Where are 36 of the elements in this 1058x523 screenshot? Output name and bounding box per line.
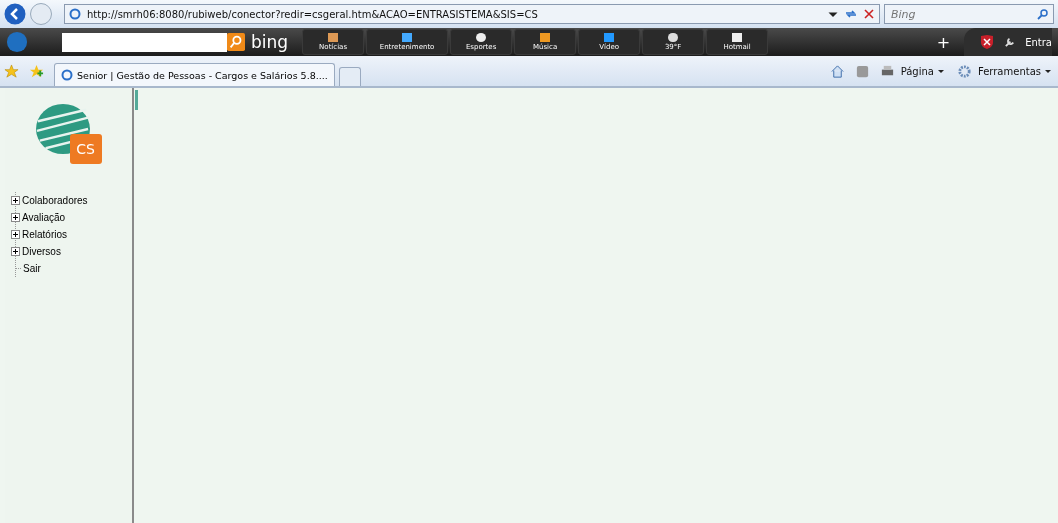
sign-in-link[interactable]: Entra [1025, 36, 1052, 48]
expand-icon[interactable] [11, 230, 20, 239]
tree-item[interactable]: Relatórios [20, 229, 68, 240]
add-button[interactable]: + [936, 32, 951, 52]
tree-item[interactable]: Diversos [20, 246, 61, 257]
shield-icon[interactable] [980, 34, 995, 50]
home-icon[interactable] [829, 63, 845, 79]
close-icon[interactable] [863, 8, 875, 20]
tree-item[interactable]: Colaboradores [20, 195, 88, 206]
tree-item[interactable]: Avaliação [20, 212, 66, 223]
expand-icon[interactable] [11, 213, 20, 222]
gear-icon [956, 63, 972, 79]
browser-tab[interactable]: Senior | Gestão de Pessoas - Cargos e Salários 5.8.... [54, 63, 335, 86]
page-icon [69, 8, 81, 20]
star-icon[interactable] [4, 63, 19, 79]
expand-icon[interactable] [11, 247, 20, 256]
logo: CS [33, 102, 104, 164]
search-field[interactable]: Bing [889, 6, 1037, 22]
expand-icon[interactable] [11, 196, 20, 205]
refresh-icon[interactable] [845, 8, 857, 20]
page-icon [61, 69, 73, 81]
search-box[interactable]: Bing [884, 4, 1054, 24]
search-icon[interactable] [1037, 8, 1049, 20]
address-field[interactable]: http://smrh06:8080/rubiweb/conector?redir=csgeral.htm&ACAO=ENTRASISTEMA&SIS=CS [64, 4, 880, 24]
wrench-icon[interactable] [1004, 36, 1016, 48]
logo-icon[interactable] [6, 31, 28, 53]
search-field[interactable] [62, 32, 227, 52]
back-button[interactable] [4, 3, 26, 25]
splitter-handle[interactable] [135, 90, 138, 110]
add-favorite-icon[interactable] [29, 63, 44, 79]
brand-logo: bing [251, 32, 289, 52]
page-menu[interactable]: Página [898, 65, 947, 77]
tools-menu[interactable]: Ferramentas [975, 65, 1054, 77]
tree-item[interactable]: Sair [21, 263, 41, 274]
url-text: http://smrh06:8080/rubiweb/conector?redir=csgeral.htm&ACAO=ENTRASISTEMA&SIS=CS [87, 8, 539, 20]
search-icon[interactable] [227, 33, 245, 51]
